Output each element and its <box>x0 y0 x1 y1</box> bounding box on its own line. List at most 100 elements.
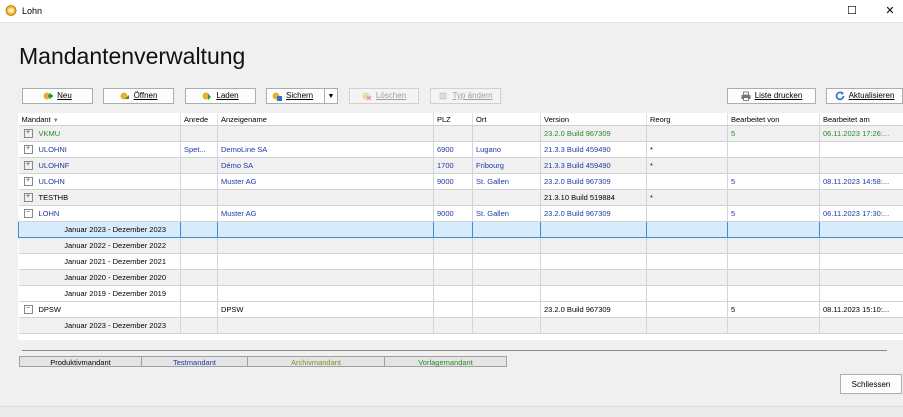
table-row[interactable]: +ULOHNISpet...DemoLine SA6900Lugano21.3.… <box>19 142 903 158</box>
cell-bearbeitet-von[interactable] <box>728 318 820 334</box>
typ-aendern-button[interactable]: Typ ändern <box>430 88 501 104</box>
maximize-button[interactable]: ☐ <box>839 3 865 19</box>
cell-bearbeitet-am[interactable] <box>820 286 903 302</box>
cell-ort[interactable] <box>473 190 541 206</box>
cell-anzeigename[interactable] <box>218 222 434 238</box>
collapse-icon[interactable]: − <box>24 305 33 314</box>
col-header-anzeigename[interactable]: Anzeigename <box>218 113 434 126</box>
cell-bearbeitet-am[interactable]: 08.11.2023 14:58:... <box>820 174 903 190</box>
table-row[interactable]: +VKMU23.2.0 Build 967309506.11.2023 17:2… <box>19 126 903 142</box>
cell-anzeigename[interactable] <box>218 318 434 334</box>
table-row[interactable]: Januar 2020 - Dezember 2020 <box>19 270 903 286</box>
cell-reorg[interactable] <box>647 302 728 318</box>
cell-version[interactable] <box>541 286 647 302</box>
cell-anrede[interactable] <box>181 302 218 318</box>
cell-anzeigename[interactable]: DemoLine SA <box>218 142 434 158</box>
cell-plz[interactable] <box>434 302 473 318</box>
cell-version[interactable]: 21.3.3 Build 459490 <box>541 158 647 174</box>
cell-mandant[interactable]: Januar 2019 - Dezember 2019 <box>19 286 181 302</box>
cell-mandant[interactable]: −LOHN <box>19 206 181 222</box>
liste-drucken-button[interactable]: Liste drucken <box>727 88 816 104</box>
col-header-bearbeitet-am[interactable]: Bearbeitet am <box>820 113 903 126</box>
cell-anrede[interactable] <box>181 286 218 302</box>
sichern-dropdown-icon[interactable]: ▼ <box>324 89 337 103</box>
cell-bearbeitet-von[interactable] <box>728 270 820 286</box>
schliessen-button[interactable]: Schliessen <box>840 374 902 394</box>
table-row[interactable]: Januar 2022 - Dezember 2022 <box>19 238 903 254</box>
cell-version[interactable] <box>541 222 647 238</box>
cell-bearbeitet-von[interactable] <box>728 142 820 158</box>
cell-reorg[interactable]: * <box>647 190 728 206</box>
cell-bearbeitet-am[interactable] <box>820 222 903 238</box>
cell-plz[interactable] <box>434 238 473 254</box>
cell-mandant[interactable]: +TESTHB <box>19 190 181 206</box>
expand-icon[interactable]: + <box>24 145 33 154</box>
cell-anrede[interactable] <box>181 318 218 334</box>
cell-bearbeitet-am[interactable] <box>820 190 903 206</box>
cell-plz[interactable] <box>434 286 473 302</box>
cell-reorg[interactable] <box>647 174 728 190</box>
table-row[interactable]: Januar 2019 - Dezember 2019 <box>19 286 903 302</box>
col-header-ort[interactable]: Ort <box>473 113 541 126</box>
cell-reorg[interactable]: * <box>647 158 728 174</box>
cell-anzeigename[interactable] <box>218 286 434 302</box>
cell-mandant[interactable]: Januar 2021 - Dezember 2021 <box>19 254 181 270</box>
cell-bearbeitet-von[interactable] <box>728 238 820 254</box>
cell-mandant[interactable]: Januar 2022 - Dezember 2022 <box>19 238 181 254</box>
sort-filter-icon[interactable]: ▼ <box>53 118 59 124</box>
col-header-plz[interactable]: PLZ <box>434 113 473 126</box>
cell-anzeigename[interactable] <box>218 270 434 286</box>
loeschen-button[interactable]: Löschen <box>349 88 419 104</box>
table-row[interactable]: +TESTHB 21.3.10 Build 519884* <box>19 190 903 206</box>
cell-reorg[interactable] <box>647 222 728 238</box>
aktualisieren-button[interactable]: Aktualisieren <box>826 88 903 104</box>
cell-bearbeitet-von[interactable] <box>728 286 820 302</box>
col-header-version[interactable]: Version <box>541 113 647 126</box>
cell-bearbeitet-am[interactable] <box>820 238 903 254</box>
cell-ort[interactable] <box>473 126 541 142</box>
cell-version[interactable]: 23.2.0 Build 967309 <box>541 302 647 318</box>
cell-bearbeitet-am[interactable] <box>820 142 903 158</box>
cell-plz[interactable] <box>434 190 473 206</box>
cell-plz[interactable]: 9000 <box>434 206 473 222</box>
cell-version[interactable]: 21.3.3 Build 459490 <box>541 142 647 158</box>
mandanten-grid[interactable]: Mandant ▼ Anrede Anzeigename PLZ Ort Ver… <box>18 113 903 340</box>
collapse-icon[interactable]: − <box>24 209 33 218</box>
cell-ort[interactable]: St. Gallen <box>473 206 541 222</box>
cell-anrede[interactable] <box>181 254 218 270</box>
cell-anrede[interactable] <box>181 174 218 190</box>
cell-anzeigename[interactable] <box>218 126 434 142</box>
cell-bearbeitet-von[interactable]: 5 <box>728 206 820 222</box>
cell-ort[interactable]: Lugano <box>473 142 541 158</box>
cell-mandant[interactable]: +ULOHNF <box>19 158 181 174</box>
cell-bearbeitet-am[interactable]: 08.11.2023 15:10:... <box>820 302 903 318</box>
cell-reorg[interactable] <box>647 254 728 270</box>
cell-ort[interactable] <box>473 318 541 334</box>
cell-plz[interactable]: 9000 <box>434 174 473 190</box>
cell-anrede[interactable] <box>181 222 218 238</box>
cell-bearbeitet-von[interactable]: 5 <box>728 126 820 142</box>
expand-icon[interactable]: + <box>24 161 33 170</box>
table-row[interactable]: −DPSWDPSW23.2.0 Build 967309508.11.2023 … <box>19 302 903 318</box>
cell-ort[interactable]: Fribourg <box>473 158 541 174</box>
cell-ort[interactable] <box>473 254 541 270</box>
cell-reorg[interactable]: * <box>647 142 728 158</box>
cell-mandant[interactable]: +VKMU <box>19 126 181 142</box>
cell-ort[interactable]: St. Gallen <box>473 174 541 190</box>
cell-anrede[interactable] <box>181 238 218 254</box>
cell-anrede[interactable] <box>181 158 218 174</box>
cell-plz[interactable] <box>434 270 473 286</box>
cell-version[interactable] <box>541 270 647 286</box>
cell-bearbeitet-am[interactable] <box>820 254 903 270</box>
cell-anzeigename[interactable] <box>218 190 434 206</box>
cell-mandant[interactable]: Januar 2020 - Dezember 2020 <box>19 270 181 286</box>
cell-anzeigename[interactable]: Muster AG <box>218 206 434 222</box>
table-row[interactable]: −LOHNMuster AG9000St. Gallen23.2.0 Build… <box>19 206 903 222</box>
col-header-bearbeitet-von[interactable]: Bearbeitet von <box>728 113 820 126</box>
cell-reorg[interactable] <box>647 238 728 254</box>
col-header-reorg[interactable]: Reorg <box>647 113 728 126</box>
cell-version[interactable]: 21.3.10 Build 519884 <box>541 190 647 206</box>
cell-bearbeitet-von[interactable] <box>728 158 820 174</box>
cell-bearbeitet-von[interactable]: 5 <box>728 302 820 318</box>
cell-mandant[interactable]: Januar 2023 - Dezember 2023 <box>19 318 181 334</box>
